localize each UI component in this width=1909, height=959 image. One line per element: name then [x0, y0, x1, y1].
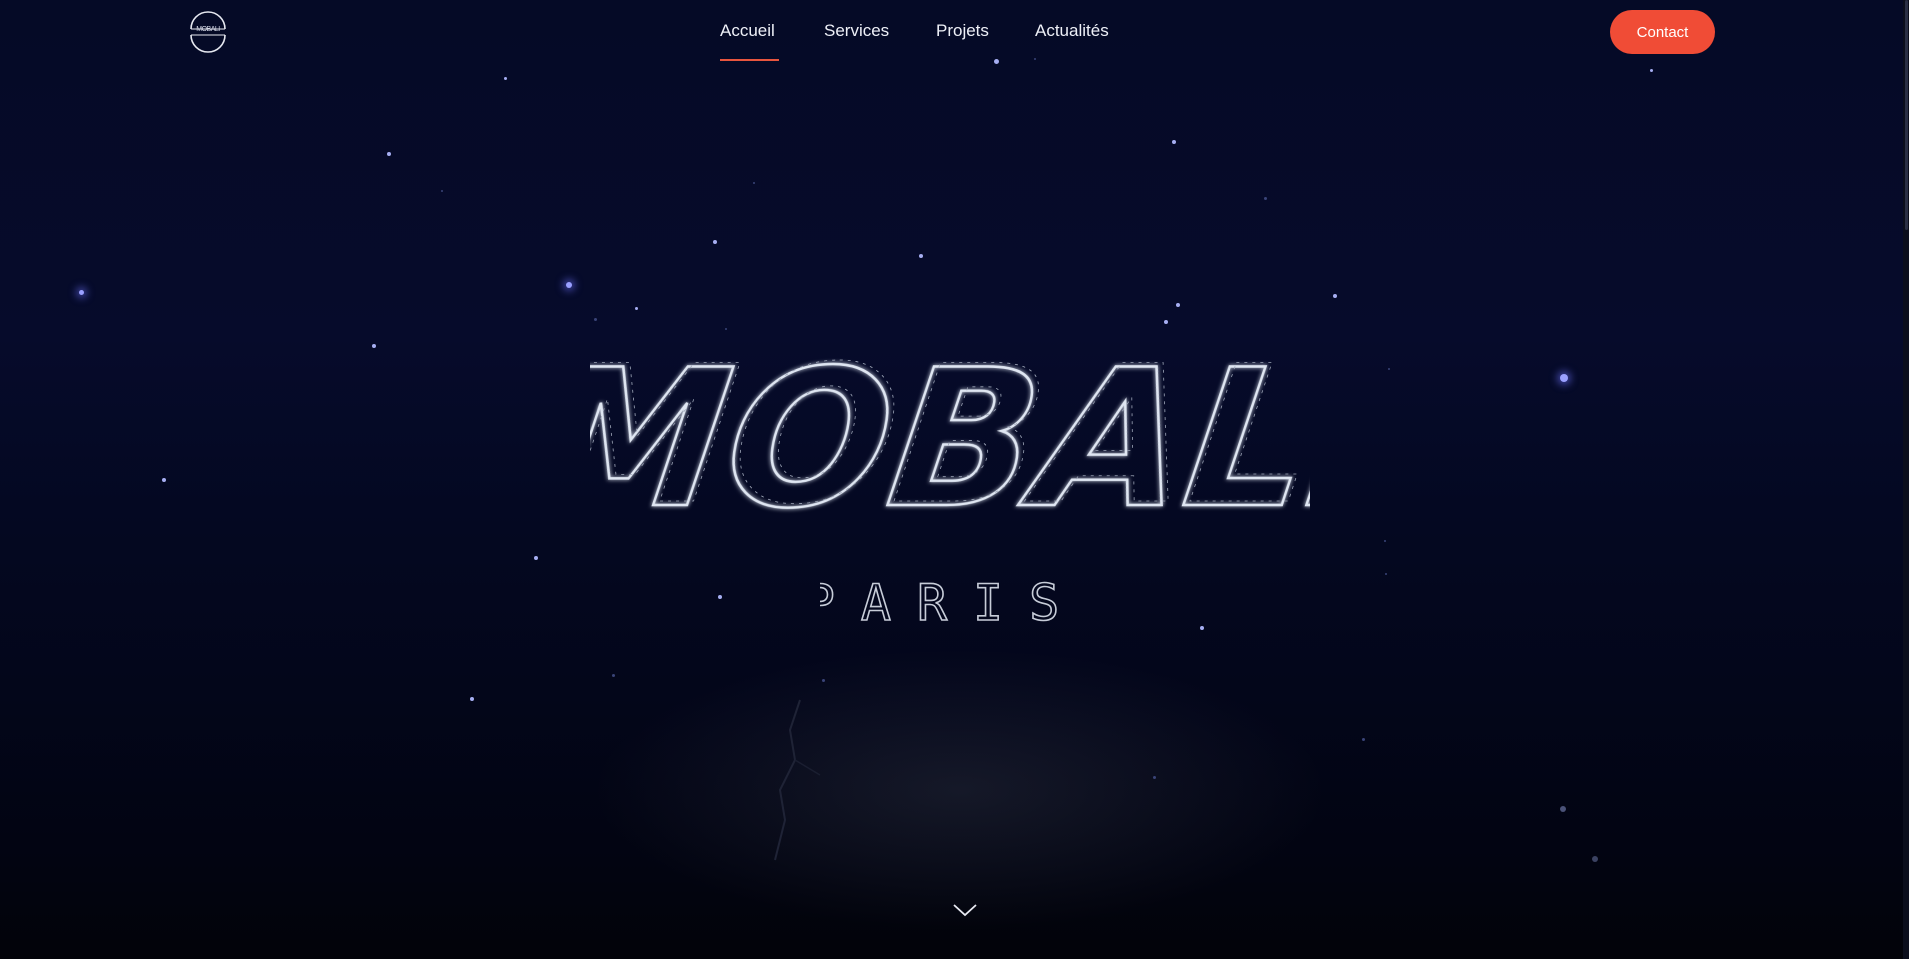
nav-item-actualites[interactable]: Actualités: [1035, 21, 1109, 41]
page-scrollbar[interactable]: [1903, 0, 1909, 959]
hero-subtitle: PARIS: [820, 573, 1070, 632]
mobali-logo[interactable]: MOBALI: [189, 7, 227, 55]
logo-text: MOBALI: [196, 26, 220, 33]
hero-title: MOBALI MOBALI: [590, 325, 1310, 550]
nav-item-services[interactable]: Services: [824, 21, 889, 41]
chevron-down-icon[interactable]: [950, 898, 980, 922]
hero-subtitle-text: PARIS: [820, 574, 1070, 632]
nav-item-accueil[interactable]: Accueil: [720, 21, 775, 41]
hero-title-texture: MOBALI: [590, 326, 1310, 547]
active-nav-indicator: [720, 59, 779, 61]
nav-item-projets[interactable]: Projets: [936, 21, 989, 41]
scrollbar-thumb[interactable]: [1905, 0, 1908, 230]
contact-button[interactable]: Contact: [1610, 10, 1715, 54]
hero-section: MOBALI Accueil Services Projets Actualit…: [0, 0, 1903, 959]
